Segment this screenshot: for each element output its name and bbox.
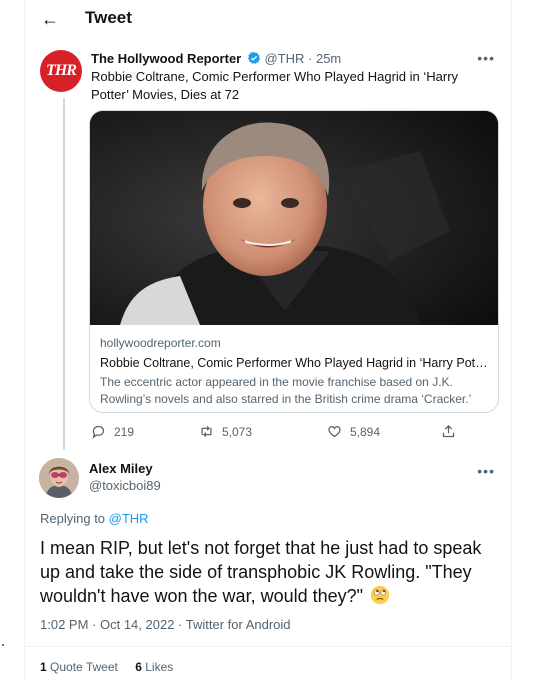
reply-source[interactable]: Twitter for Android — [186, 617, 291, 632]
separator: · — [174, 617, 186, 632]
thread-line — [63, 98, 65, 450]
card-title: Robbie Coltrane, Comic Performer Who Pla… — [100, 356, 490, 370]
share-icon — [442, 424, 455, 438]
replying-to: Replying to @THR — [40, 511, 149, 526]
verified-badge-icon — [247, 51, 260, 64]
edge-dot — [2, 644, 4, 646]
reply-author-handle[interactable]: @toxicboi89 — [89, 478, 161, 493]
card-body: hollywoodreporter.com Robbie Coltrane, C… — [100, 335, 490, 408]
portrait-image — [90, 111, 498, 325]
header: ← Tweet — [25, 0, 511, 40]
reply-button[interactable]: 219 — [91, 422, 134, 442]
reply-author-name[interactable]: Alex Miley — [89, 461, 153, 476]
tweet-text: Robbie Coltrane, Comic Performer Who Pla… — [91, 69, 459, 102]
separator: · — [88, 617, 100, 632]
avatar-alex-miley[interactable] — [39, 458, 79, 498]
likes-count: 6 — [135, 660, 142, 674]
reply-text-body: I mean RIP, but let's not forget that he… — [40, 538, 482, 606]
avatar-image — [39, 458, 79, 498]
face-with-rolling-eyes-icon — [370, 585, 390, 605]
likes-label: Likes — [145, 660, 174, 674]
card-description: The eccentric actor appeared in the movi… — [100, 375, 472, 406]
quote-count: 1 — [40, 660, 47, 674]
tweet-time[interactable]: 25m — [316, 51, 341, 66]
page-title: Tweet — [85, 8, 132, 27]
heart-icon — [328, 426, 341, 438]
retweet-button[interactable]: 5,073 — [199, 422, 252, 442]
back-arrow-icon[interactable]: ← — [39, 8, 61, 30]
reply-icon — [92, 425, 105, 439]
reply-count: 219 — [114, 425, 135, 439]
reply-time[interactable]: 1:02 PM — [40, 617, 88, 632]
more-options-icon[interactable]: ••• — [477, 50, 495, 66]
separator: · — [304, 51, 316, 66]
divider — [25, 646, 511, 647]
avatar-thr[interactable]: THR — [40, 50, 82, 92]
reply-meta: 1:02 PM · Oct 14, 2022 · Twitter for And… — [40, 617, 291, 632]
card-image — [90, 111, 498, 325]
tweet-frame: ← Tweet THR The Hollywood Reporter @THR … — [24, 0, 512, 680]
author-handle[interactable]: @THR — [264, 51, 304, 66]
card-domain: hollywoodreporter.com — [100, 336, 221, 350]
share-button[interactable] — [441, 422, 464, 442]
link-card[interactable]: hollywoodreporter.com Robbie Coltrane, C… — [89, 110, 499, 413]
tweet1-actions: 219 5,073 5,894 — [91, 422, 491, 442]
retweet-icon — [201, 426, 212, 437]
more-options-icon[interactable]: ••• — [477, 463, 495, 479]
replying-to-link[interactable]: @THR — [109, 511, 149, 526]
like-button[interactable]: 5,894 — [327, 422, 380, 442]
like-count: 5,894 — [350, 425, 381, 439]
retweet-count: 5,073 — [222, 425, 253, 439]
likes-stat[interactable]: 6 Likes — [135, 660, 173, 674]
quote-tweets-stat[interactable]: 1 Quote Tweet — [40, 660, 118, 674]
engagement-stats: 1 Quote Tweet 6 Likes — [40, 660, 187, 674]
quote-label: Quote Tweet — [50, 660, 118, 674]
tweet1-header: The Hollywood Reporter @THR · 25m — [91, 51, 341, 66]
replying-prefix: Replying to — [40, 511, 109, 526]
reply-text: I mean RIP, but let's not forget that he… — [40, 536, 500, 608]
reply-date[interactable]: Oct 14, 2022 — [100, 617, 174, 632]
author-name[interactable]: The Hollywood Reporter — [91, 51, 241, 66]
